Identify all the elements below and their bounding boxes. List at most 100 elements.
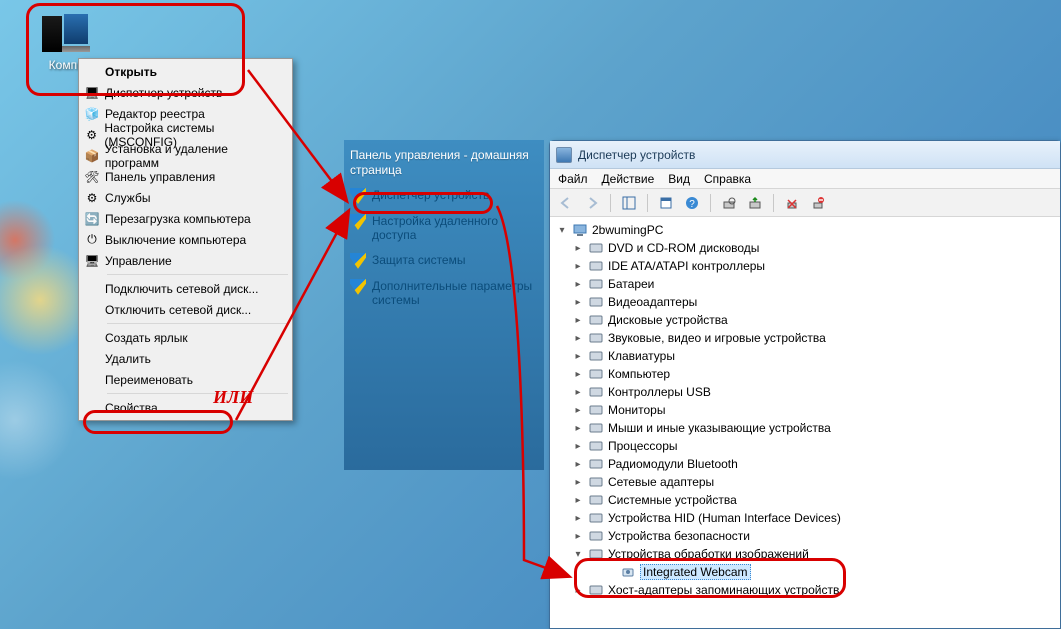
tree-node-label: Мыши и иные указывающие устройства: [608, 421, 831, 435]
context-menu-item-label: Редактор реестра: [105, 107, 205, 121]
context-menu-item[interactable]: Подключить сетевой диск...: [81, 278, 290, 299]
device-icon: [588, 294, 604, 310]
tree-category[interactable]: ▸Системные устройства: [556, 491, 1054, 509]
tree-category[interactable]: ▸ Мыши и иные указывающие устройства: [556, 419, 1054, 437]
titlebar[interactable]: Диспетчер устройств: [550, 141, 1060, 169]
context-menu-item[interactable]: ⚙Службы: [81, 187, 290, 208]
context-menu-item[interactable]: ⏻Выключение компьютера: [81, 229, 290, 250]
context-menu-item[interactable]: Переименовать: [81, 369, 290, 390]
tree-category[interactable]: ▸ Устройства HID (Human Interface Devices…: [556, 509, 1054, 527]
tree-category[interactable]: ▸Хост-адаптеры запоминающих устройств: [556, 581, 1054, 599]
registry-icon: 🧊: [83, 106, 101, 122]
expand-icon[interactable]: ▸: [572, 260, 584, 272]
context-menu-item-label: Управление: [105, 254, 172, 268]
device-manager-icon: 🖥: [83, 85, 101, 101]
tree-node-label: Процессоры: [608, 439, 678, 453]
context-menu-item[interactable]: 📦Установка и удаление программ: [81, 145, 290, 166]
tree-category[interactable]: ▸Видеоадаптеры: [556, 293, 1054, 311]
tree-category[interactable]: ▸ Процессоры: [556, 437, 1054, 455]
control-panel-home-pane: Панель управления - домашняя страница Ди…: [344, 140, 544, 470]
properties-button[interactable]: [656, 193, 676, 213]
expand-icon[interactable]: ▸: [572, 296, 584, 308]
cpl-link[interactable]: Настройка удаленного доступа: [350, 214, 538, 243]
context-menu-item-label: Диспетчер устройств: [105, 86, 222, 100]
device-icon: [588, 420, 604, 436]
expand-icon[interactable]: ▸: [572, 332, 584, 344]
device-icon: [588, 438, 604, 454]
disable-button[interactable]: [808, 193, 828, 213]
expand-icon[interactable]: ▸: [572, 350, 584, 362]
tree-category[interactable]: ▸ Клавиатуры: [556, 347, 1054, 365]
tree-leaf[interactable]: Integrated Webcam: [556, 563, 1054, 581]
device-tree[interactable]: ▾2bwumingPC▸DVD и CD-ROM дисководы▸IDE A…: [550, 217, 1060, 628]
tree-node-label: Устройства HID (Human Interface Devices): [608, 511, 841, 525]
blank-icon: [604, 566, 616, 578]
expand-icon[interactable]: ▸: [572, 278, 584, 290]
tree-node-label: Мониторы: [608, 403, 665, 417]
programs-icon: 📦: [83, 148, 101, 164]
uninstall-button[interactable]: [782, 193, 802, 213]
blank-icon: [83, 351, 101, 367]
tree-node-label: Контроллеры USB: [608, 385, 711, 399]
context-menu-item[interactable]: 🖥Управление: [81, 250, 290, 271]
expand-icon[interactable]: ▸: [572, 422, 584, 434]
tree-node-label: Устройства обработки изображений: [608, 547, 809, 561]
expand-icon[interactable]: ▸: [572, 386, 584, 398]
tree-node-label: Компьютер: [608, 367, 670, 381]
blank-icon: [83, 64, 101, 80]
expand-icon[interactable]: ▸: [572, 584, 584, 596]
context-menu-item-label: Отключить сетевой диск...: [105, 303, 251, 317]
collapse-icon[interactable]: ▾: [556, 224, 568, 236]
expand-icon[interactable]: ▸: [572, 404, 584, 416]
context-menu-item[interactable]: 🖥 Диспетчер устройств: [81, 82, 290, 103]
cpl-link[interactable]: Защита системы: [350, 253, 538, 269]
expand-icon[interactable]: ▸: [572, 494, 584, 506]
tree-category[interactable]: ▸Радиомодули Bluetooth: [556, 455, 1054, 473]
tree-category[interactable]: ▾ Устройства обработки изображений: [556, 545, 1054, 563]
services-icon: ⚙: [83, 190, 101, 206]
expand-icon[interactable]: ▸: [572, 512, 584, 524]
expand-icon[interactable]: ▸: [572, 314, 584, 326]
context-menu-item[interactable]: Свойства: [81, 397, 290, 418]
tree-category[interactable]: ▸Батареи: [556, 275, 1054, 293]
device-manager-window: Диспетчер устройств Файл Действие Вид Сп…: [549, 140, 1061, 629]
cpl-link[interactable]: Дополнительные параметры системы: [350, 279, 538, 308]
context-menu-item[interactable]: Отключить сетевой диск...: [81, 299, 290, 320]
expand-icon[interactable]: ▸: [572, 242, 584, 254]
collapse-icon[interactable]: ▾: [572, 548, 584, 560]
expand-icon[interactable]: ▸: [572, 368, 584, 380]
context-menu-item[interactable]: Удалить: [81, 348, 290, 369]
menu-view[interactable]: Вид: [668, 172, 690, 186]
device-icon: [588, 546, 604, 562]
menubar: Файл Действие Вид Справка: [550, 169, 1060, 189]
show-hide-tree-button[interactable]: [619, 193, 639, 213]
tree-category[interactable]: ▸Дисковые устройства: [556, 311, 1054, 329]
tree-node-label: Клавиатуры: [608, 349, 675, 363]
tree-category[interactable]: ▸DVD и CD-ROM дисководы: [556, 239, 1054, 257]
expand-icon[interactable]: ▸: [572, 530, 584, 542]
tree-category[interactable]: ▸ Компьютер: [556, 365, 1054, 383]
context-menu-item[interactable]: Открыть: [81, 61, 290, 82]
context-menu-item[interactable]: 🔄Перезагрузка компьютера: [81, 208, 290, 229]
expand-icon[interactable]: ▸: [572, 458, 584, 470]
cpl-link[interactable]: Диспетчер устройств: [350, 188, 538, 204]
tree-category[interactable]: ▸Сетевые адаптеры: [556, 473, 1054, 491]
menu-file[interactable]: Файл: [558, 172, 588, 186]
expand-icon[interactable]: ▸: [572, 440, 584, 452]
scan-hardware-button[interactable]: [719, 193, 739, 213]
menu-help[interactable]: Справка: [704, 172, 751, 186]
tree-category[interactable]: ▸IDE ATA/ATAPI контроллеры: [556, 257, 1054, 275]
tree-category[interactable]: ▸ Контроллеры USB: [556, 383, 1054, 401]
device-icon: [588, 402, 604, 418]
help-button[interactable]: ?: [682, 193, 702, 213]
update-driver-button[interactable]: [745, 193, 765, 213]
device-icon: [588, 582, 604, 598]
expand-icon[interactable]: ▸: [572, 476, 584, 488]
tree-category[interactable]: ▸Звуковые, видео и игровые устройства: [556, 329, 1054, 347]
device-icon: [588, 474, 604, 490]
menu-action[interactable]: Действие: [602, 172, 655, 186]
context-menu-item[interactable]: Создать ярлык: [81, 327, 290, 348]
tree-category[interactable]: ▸Устройства безопасности: [556, 527, 1054, 545]
tree-category[interactable]: ▸ Мониторы: [556, 401, 1054, 419]
tree-root[interactable]: ▾2bwumingPC: [556, 221, 1054, 239]
